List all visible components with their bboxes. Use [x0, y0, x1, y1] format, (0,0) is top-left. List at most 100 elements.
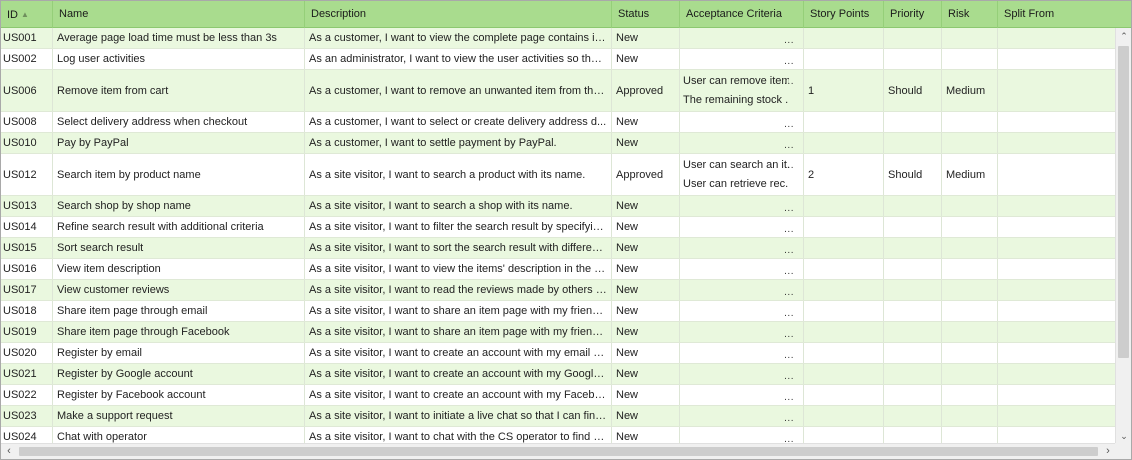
cell-risk[interactable]	[942, 406, 998, 426]
cell-story-points[interactable]	[804, 406, 884, 426]
cell-split-from[interactable]	[998, 238, 1116, 258]
cell-name[interactable]: Register by email	[53, 343, 305, 363]
cell-description[interactable]: As a site visitor, I want to search a sh…	[305, 196, 612, 216]
cell-split-from[interactable]	[998, 112, 1116, 132]
cell-description[interactable]: As a customer, I want to settle payment …	[305, 133, 612, 153]
cell-name[interactable]: Share item page through email	[53, 301, 305, 321]
cell-description[interactable]: As a site visitor, I want to read the re…	[305, 280, 612, 300]
cell-priority[interactable]	[884, 427, 942, 444]
cell-priority[interactable]	[884, 301, 942, 321]
cell-name[interactable]: View item description	[53, 259, 305, 279]
cell-description[interactable]: As a site visitor, I want to share an it…	[305, 301, 612, 321]
cell-status[interactable]: New	[612, 322, 680, 342]
cell-acceptance-criteria[interactable]: ...	[680, 49, 804, 69]
cell-split-from[interactable]	[998, 28, 1116, 48]
cell-story-points[interactable]: 1	[804, 70, 884, 111]
cell-split-from[interactable]	[998, 49, 1116, 69]
cell-name[interactable]: Make a support request	[53, 406, 305, 426]
cell-status[interactable]: New	[612, 196, 680, 216]
cell-status[interactable]: New	[612, 112, 680, 132]
cell-description[interactable]: As a site visitor, I want to initiate a …	[305, 406, 612, 426]
cell-priority[interactable]	[884, 280, 942, 300]
table-row[interactable]: US015 Sort search result As a site visitor…	[1, 238, 1116, 259]
cell-acceptance-criteria[interactable]: ...	[680, 322, 804, 342]
column-header-split-from[interactable]: Split From	[998, 1, 1131, 28]
table-row[interactable]: US012 Search item by product name As a sit…	[1, 154, 1116, 196]
cell-id[interactable]: US001	[1, 28, 53, 48]
column-header-acceptance-criteria[interactable]: Acceptance Criteria	[680, 1, 804, 28]
cell-description[interactable]: As a site visitor, I want to filter the …	[305, 217, 612, 237]
ellipsis-button[interactable]: ...	[784, 392, 794, 403]
cell-priority[interactable]	[884, 259, 942, 279]
cell-split-from[interactable]	[998, 364, 1116, 384]
cell-split-from[interactable]	[998, 301, 1116, 321]
cell-status[interactable]: New	[612, 385, 680, 405]
cell-split-from[interactable]	[998, 259, 1116, 279]
cell-risk[interactable]	[942, 259, 998, 279]
column-header-priority[interactable]: Priority	[884, 1, 942, 28]
cell-split-from[interactable]	[998, 154, 1116, 195]
cell-status[interactable]: New	[612, 343, 680, 363]
table-row[interactable]: US017 View customer reviews As a site visi…	[1, 280, 1116, 301]
cell-description[interactable]: As a customer, I want to select or creat…	[305, 112, 612, 132]
cell-id[interactable]: US024	[1, 427, 53, 444]
table-row[interactable]: US024 Chat with operator As a site visitor…	[1, 427, 1116, 444]
cell-name[interactable]: View customer reviews	[53, 280, 305, 300]
cell-id[interactable]: US012	[1, 154, 53, 195]
ellipsis-button[interactable]: ...	[784, 203, 794, 214]
cell-status[interactable]: New	[612, 280, 680, 300]
cell-risk[interactable]	[942, 322, 998, 342]
cell-id[interactable]: US022	[1, 385, 53, 405]
horizontal-scroll-thumb[interactable]	[19, 447, 1098, 456]
cell-priority[interactable]	[884, 49, 942, 69]
cell-status[interactable]: New	[612, 427, 680, 444]
horizontal-scrollbar[interactable]: ‹ ›	[1, 443, 1116, 459]
ellipsis-button[interactable]: ...	[784, 119, 794, 130]
cell-risk[interactable]	[942, 427, 998, 444]
cell-status[interactable]: New	[612, 28, 680, 48]
cell-priority[interactable]	[884, 112, 942, 132]
table-row[interactable]: US018 Share item page through email As a s…	[1, 301, 1116, 322]
cell-story-points[interactable]	[804, 427, 884, 444]
cell-split-from[interactable]	[998, 70, 1116, 111]
cell-risk[interactable]: Medium	[942, 70, 998, 111]
cell-story-points[interactable]	[804, 133, 884, 153]
cell-priority[interactable]	[884, 343, 942, 363]
cell-story-points[interactable]	[804, 28, 884, 48]
cell-acceptance-criteria[interactable]: User can remove item...... The remaining …	[680, 70, 804, 111]
ellipsis-button[interactable]: ...	[784, 329, 794, 340]
cell-priority[interactable]	[884, 385, 942, 405]
scroll-right-arrow-icon[interactable]: ›	[1100, 444, 1116, 459]
table-row[interactable]: US023 Make a support request As a site vis…	[1, 406, 1116, 427]
cell-risk[interactable]	[942, 343, 998, 363]
cell-id[interactable]: US013	[1, 196, 53, 216]
cell-story-points[interactable]	[804, 49, 884, 69]
cell-split-from[interactable]	[998, 322, 1116, 342]
cell-acceptance-criteria[interactable]: ...	[680, 238, 804, 258]
cell-risk[interactable]	[942, 385, 998, 405]
cell-status[interactable]: Approved	[612, 154, 680, 195]
cell-split-from[interactable]	[998, 406, 1116, 426]
cell-status[interactable]: New	[612, 301, 680, 321]
cell-risk[interactable]	[942, 49, 998, 69]
cell-id[interactable]: US019	[1, 322, 53, 342]
ellipsis-button[interactable]: ...	[784, 371, 794, 382]
cell-split-from[interactable]	[998, 385, 1116, 405]
cell-id[interactable]: US008	[1, 112, 53, 132]
cell-risk[interactable]	[942, 301, 998, 321]
cell-description[interactable]: As a site visitor, I want to sort the se…	[305, 238, 612, 258]
table-row[interactable]: US014 Refine search result with additiona…	[1, 217, 1116, 238]
cell-story-points[interactable]	[804, 112, 884, 132]
cell-id[interactable]: US016	[1, 259, 53, 279]
cell-story-points[interactable]	[804, 280, 884, 300]
cell-risk[interactable]	[942, 217, 998, 237]
cell-story-points[interactable]	[804, 196, 884, 216]
cell-priority[interactable]	[884, 322, 942, 342]
column-header-description[interactable]: Description	[305, 1, 612, 28]
cell-story-points[interactable]	[804, 385, 884, 405]
cell-name[interactable]: Search shop by shop name	[53, 196, 305, 216]
cell-acceptance-criteria[interactable]: User can search an it...... User can retr…	[680, 154, 804, 195]
cell-risk[interactable]	[942, 280, 998, 300]
table-row[interactable]: US016 View item description As a site visi…	[1, 259, 1116, 280]
cell-name[interactable]: Search item by product name	[53, 154, 305, 195]
